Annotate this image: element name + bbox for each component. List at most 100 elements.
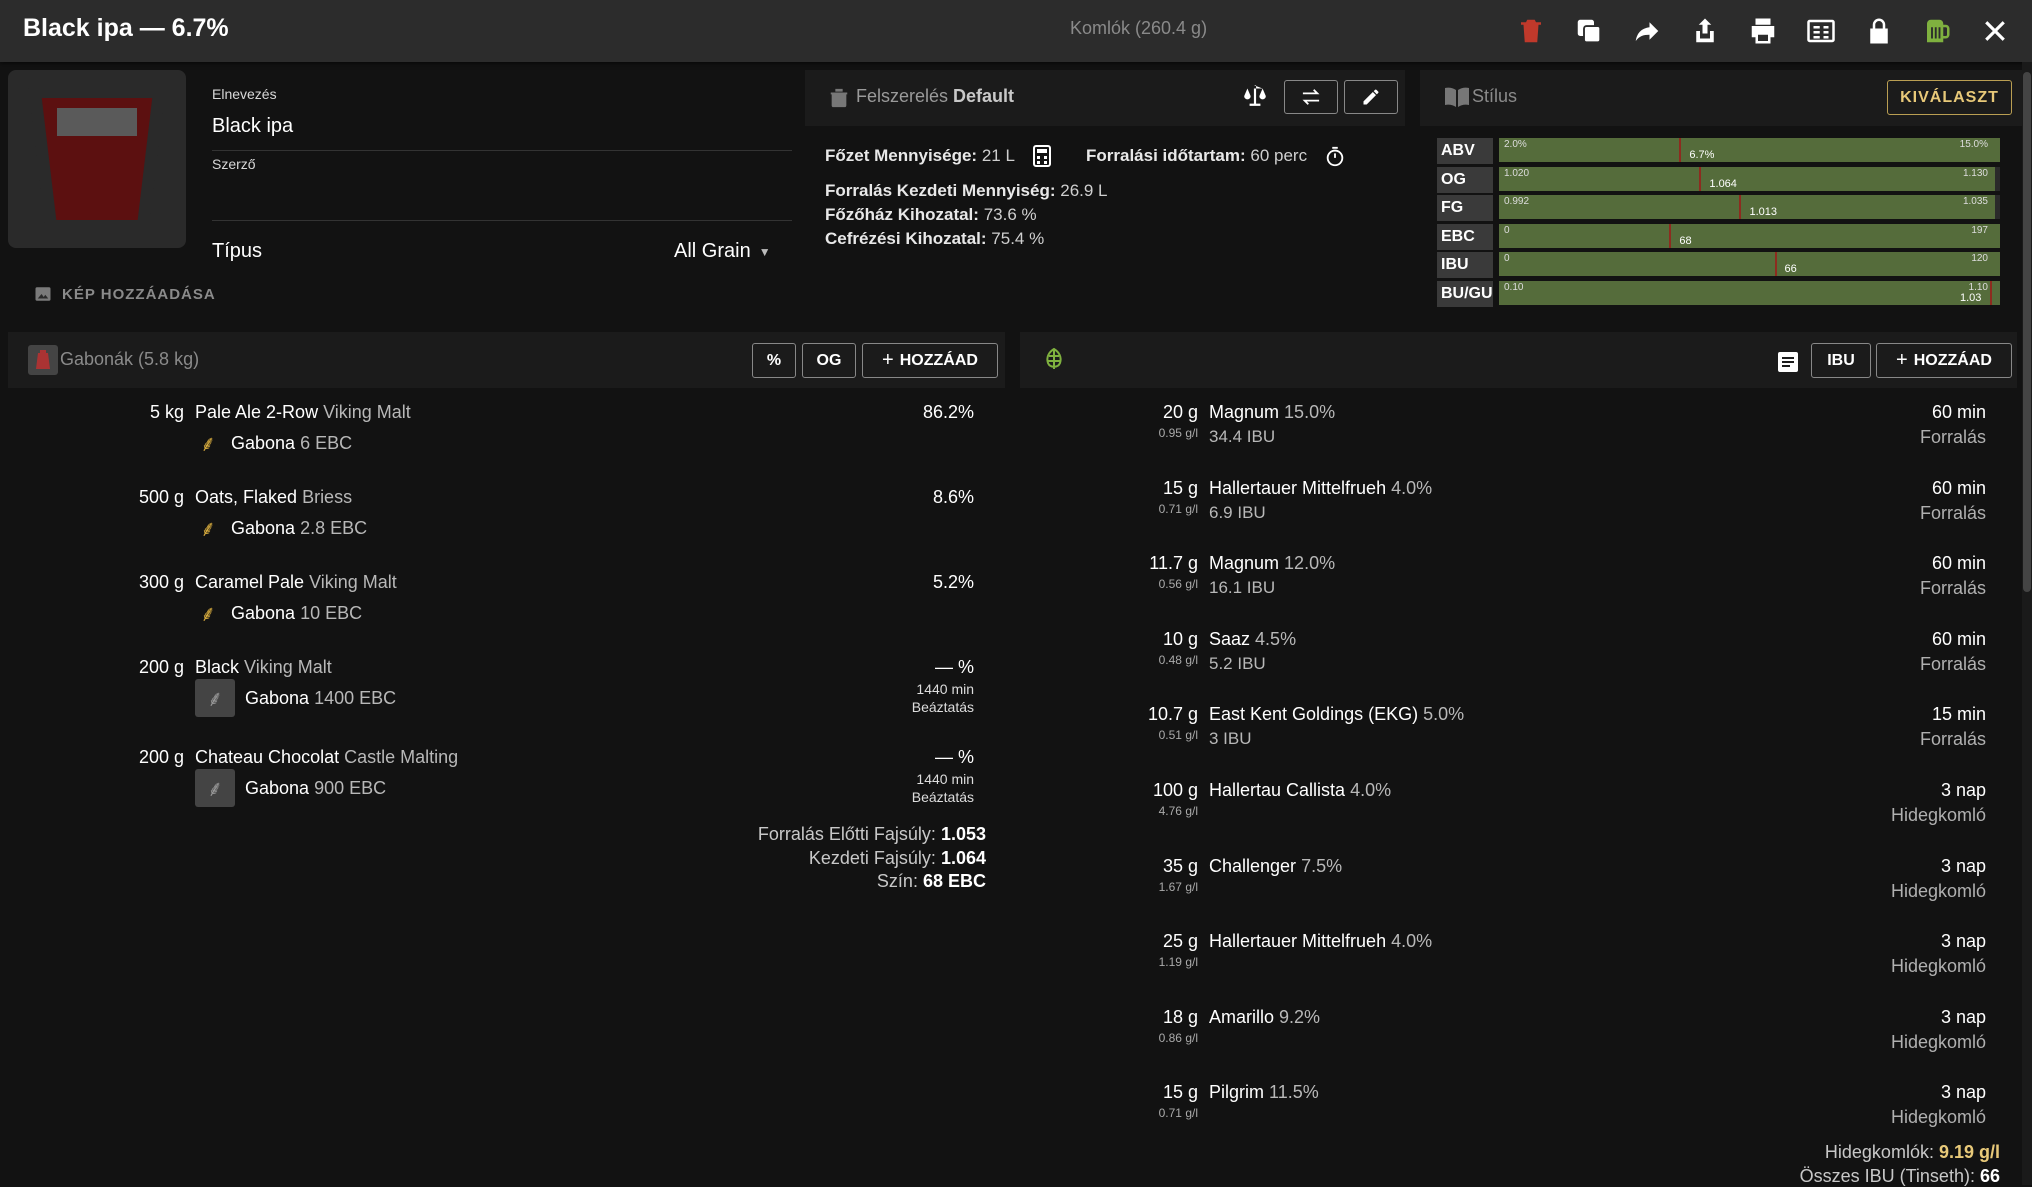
add-image-button[interactable]: KÉP HOZZÁADÁSA bbox=[34, 285, 216, 303]
gauge-track: 0 197 68 bbox=[1499, 223, 2000, 248]
grain-amount: 200 g bbox=[138, 747, 184, 767]
hop-name[interactable]: Challenger 7.5% bbox=[1209, 856, 1342, 877]
scale-icon[interactable] bbox=[1240, 82, 1270, 108]
gauge-row: OG 1.020 1.130 1.064 bbox=[1437, 166, 2000, 193]
grain-name[interactable]: Black Viking Malt bbox=[195, 657, 332, 678]
gauge-value: 1.013 bbox=[1749, 206, 1777, 219]
gauge-track: 0 120 66 bbox=[1499, 252, 2000, 277]
hop-use: Hidegkomló bbox=[1890, 1107, 1986, 1128]
grain-percent: 8.6% bbox=[932, 487, 974, 507]
og-button[interactable]: OG bbox=[802, 343, 856, 378]
hop-name[interactable]: Amarillo 9.2% bbox=[1209, 1007, 1320, 1028]
hop-time: 3 nap bbox=[1940, 1082, 1986, 1103]
grain-percent: 86.2% bbox=[922, 402, 974, 422]
name-input[interactable]: Black ipa bbox=[212, 115, 293, 138]
divider bbox=[212, 150, 792, 151]
gauge-label: FG bbox=[1437, 195, 1493, 222]
mash-efficiency: Cefrézési Kihozatal: 75.4 % bbox=[825, 229, 1045, 248]
edit-button[interactable] bbox=[1344, 80, 1398, 114]
hop-time: 60 min bbox=[1931, 402, 1986, 422]
percent-button[interactable]: % bbox=[752, 343, 796, 378]
gauge-label: ABV bbox=[1437, 138, 1493, 164]
hop-name[interactable]: East Kent Goldings (EKG) 5.0% bbox=[1209, 704, 1464, 725]
equipment-title[interactable]: Felszerelés Default bbox=[856, 86, 1014, 107]
hop-name[interactable]: Hallertauer Mittelfrueh 4.0% bbox=[1209, 931, 1432, 952]
swap-button[interactable] bbox=[1284, 80, 1338, 114]
hop-use: Hidegkomló bbox=[1890, 956, 1986, 977]
close-icon[interactable] bbox=[1966, 10, 2024, 52]
grain-details: ⸙ Gabona 1400 EBC bbox=[195, 679, 396, 717]
swap-icon bbox=[1302, 89, 1320, 105]
hop-ibu: 34.4 IBU bbox=[1209, 427, 1276, 446]
gauge-value: 1.064 bbox=[1709, 177, 1737, 190]
style-title[interactable]: Stílus bbox=[1472, 86, 1517, 107]
hop-time: 3 nap bbox=[1940, 855, 1986, 876]
grain-name[interactable]: Caramel Pale Viking Malt bbox=[195, 572, 397, 593]
hop-use: Forralás bbox=[1919, 653, 1986, 674]
timer-icon[interactable] bbox=[1324, 145, 1346, 169]
grain-details: ⸙ Gabona 10 EBC bbox=[195, 600, 362, 626]
export-icon[interactable] bbox=[1676, 10, 1734, 52]
hop-name[interactable]: Pilgrim 11.5% bbox=[1209, 1082, 1319, 1103]
scrollbar-thumb[interactable] bbox=[2023, 72, 2031, 592]
grain-name[interactable]: Chateau Chocolat Castle Malting bbox=[195, 747, 458, 768]
grain-name[interactable]: Oats, Flaked Briess bbox=[195, 487, 352, 508]
grain-name[interactable]: Pale Ale 2-Row Viking Malt bbox=[195, 402, 411, 423]
original-gravity: Kezdeti Fajsúly: 1.064 bbox=[808, 848, 986, 868]
hop-name[interactable]: Magnum 12.0% bbox=[1209, 553, 1335, 574]
gauge-marker bbox=[1774, 252, 1777, 277]
beer-mug-icon[interactable] bbox=[1908, 10, 1966, 52]
hop-time: 60 min bbox=[1931, 553, 1986, 574]
gauge-row: BU/GU 0.10 1.10 1.03 bbox=[1437, 281, 2000, 307]
hop-name[interactable]: Hallertau Callista 4.0% bbox=[1209, 780, 1391, 801]
hop-time: 3 nap bbox=[1940, 780, 1986, 800]
type-select[interactable]: All Grain ▼ bbox=[674, 240, 771, 263]
pencil-icon bbox=[1363, 89, 1379, 105]
recipe-image[interactable] bbox=[8, 70, 186, 248]
hop-icon bbox=[1046, 347, 1062, 369]
hop-name[interactable]: Saaz 4.5% bbox=[1209, 629, 1296, 650]
gauge-style-range bbox=[1499, 223, 2000, 248]
gauge-track: 1.020 1.130 1.064 bbox=[1499, 166, 2000, 191]
gauge-track: 0.992 1.035 1.013 bbox=[1499, 195, 2000, 220]
hop-per-liter: 1.67 g/l bbox=[1158, 879, 1198, 894]
batch-size: Főzet Mennyisége: 21 L bbox=[825, 146, 1015, 165]
plus-icon: + bbox=[1896, 349, 1908, 371]
hop-amount: 11.7 g bbox=[1149, 553, 1198, 574]
gauge-value: 1.03 bbox=[1960, 292, 1982, 304]
gauge-row: EBC 0 197 68 bbox=[1437, 223, 2000, 250]
lock-icon[interactable] bbox=[1850, 10, 1908, 52]
calculator-icon[interactable] bbox=[1033, 145, 1051, 167]
hop-per-liter: 0.71 g/l bbox=[1158, 1106, 1198, 1121]
gauge-style-range bbox=[1499, 195, 1995, 220]
gauge-row: IBU 0 120 66 bbox=[1437, 252, 2000, 279]
notes-icon[interactable] bbox=[1777, 351, 1799, 373]
hop-name[interactable]: Magnum 15.0% bbox=[1209, 402, 1335, 423]
add-grain-button[interactable]: + HOZZÁAD bbox=[862, 343, 998, 378]
grain-icon: ⸙ bbox=[195, 769, 235, 807]
grain-amount: 500 g bbox=[138, 487, 184, 507]
grain-percent: — % bbox=[934, 657, 974, 677]
hop-amount: 100 g bbox=[1152, 780, 1198, 800]
author-label: Szerző bbox=[212, 156, 256, 172]
gauge-marker bbox=[1669, 223, 1672, 248]
share-icon[interactable] bbox=[1618, 10, 1676, 52]
ibu-button[interactable]: IBU bbox=[1811, 343, 1871, 378]
newspaper-icon[interactable] bbox=[1792, 10, 1850, 52]
gauge-style-range bbox=[1499, 166, 1995, 191]
book-icon bbox=[1445, 87, 1469, 107]
brewhouse-efficiency: Főzőház Kihozatal: 73.6 % bbox=[825, 205, 1037, 224]
hop-use: Forralás bbox=[1919, 729, 1986, 750]
pick-style-button[interactable]: KIVÁLASZT bbox=[1887, 80, 2012, 115]
add-hop-button[interactable]: + HOZZÁAD bbox=[1876, 343, 2012, 378]
gauge-max: 1.130 bbox=[1962, 167, 1988, 179]
hop-use: Hidegkomló bbox=[1890, 805, 1986, 825]
hop-name[interactable]: Hallertauer Mittelfrueh 4.0% bbox=[1209, 478, 1432, 499]
gauge-max: 1.035 bbox=[1962, 196, 1988, 208]
beer-color: Szín: 68 EBC bbox=[876, 871, 986, 891]
copy-icon[interactable] bbox=[1560, 10, 1618, 52]
print-icon[interactable] bbox=[1734, 10, 1792, 52]
hop-time: 60 min bbox=[1931, 477, 1986, 498]
gauge-min: 1.020 bbox=[1504, 167, 1530, 179]
trash-icon[interactable] bbox=[1502, 10, 1560, 52]
